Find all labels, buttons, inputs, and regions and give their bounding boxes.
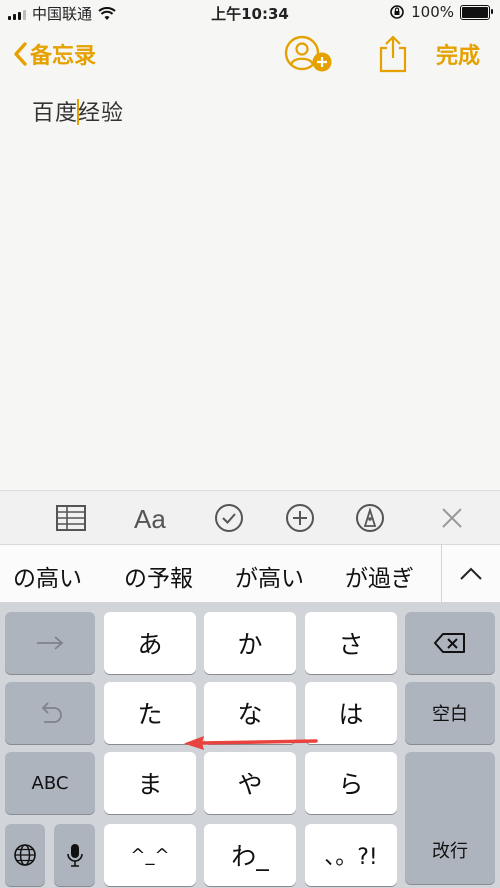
markup-pen-icon (356, 504, 384, 532)
close-icon (442, 508, 462, 528)
key-sa[interactable]: さ (305, 612, 397, 674)
key-ma[interactable]: ま (104, 752, 196, 814)
insert-button[interactable] (283, 501, 317, 535)
note-text-before-cursor: 百度 (32, 101, 79, 126)
svg-text:Aa: Aa (134, 504, 166, 533)
candidate-bar: の高い の予報 が高い が過ぎ (0, 544, 500, 604)
checklist-icon (215, 504, 243, 532)
globe-key[interactable] (5, 824, 45, 886)
text-style-icon: Aa (134, 504, 166, 533)
table-icon (56, 505, 86, 531)
chevron-up-icon (460, 567, 482, 580)
back-button[interactable]: 备忘录 (12, 38, 96, 70)
key-emoticon[interactable]: ^_^ (104, 824, 196, 886)
done-button[interactable]: 完成 (436, 38, 480, 70)
backspace-icon (434, 633, 465, 653)
plus-circle-icon (286, 504, 314, 532)
key-a[interactable]: あ (104, 612, 196, 674)
note-text-after-cursor: 经验 (78, 101, 125, 126)
candidate-4[interactable]: が過ぎ (345, 559, 414, 593)
battery-percent: 100% (411, 3, 454, 21)
enter-key[interactable]: 改行 (405, 752, 495, 884)
candidate-3[interactable]: が高い (235, 559, 304, 593)
key-ya[interactable]: や (204, 752, 296, 814)
globe-icon (14, 844, 36, 866)
microphone-icon (66, 844, 83, 867)
checklist-button[interactable] (212, 501, 246, 535)
key-ra[interactable]: ら (305, 752, 397, 814)
delete-key[interactable] (405, 612, 495, 674)
rotation-lock-icon (390, 5, 404, 19)
table-button[interactable] (54, 501, 88, 535)
status-right: 100% (389, 3, 493, 21)
candidate-2[interactable]: の予報 (124, 559, 193, 593)
chevron-left-icon (14, 42, 27, 66)
dictation-key[interactable] (54, 824, 95, 886)
next-key[interactable] (5, 612, 95, 674)
format-toolbar: Aa (0, 490, 500, 545)
candidate-1[interactable]: の高い (13, 559, 82, 593)
markup-button[interactable] (353, 501, 387, 535)
undo-key[interactable] (5, 682, 95, 744)
text-style-button[interactable]: Aa (132, 501, 174, 535)
arrow-right-icon (37, 636, 64, 650)
nav-bar: 备忘录 完成 (0, 30, 500, 78)
status-bar: 中国联通 上午10:34 100% (0, 0, 500, 26)
close-toolbar-button[interactable] (437, 501, 467, 535)
abc-key[interactable]: ABC (5, 752, 95, 814)
back-label: 备忘录 (30, 44, 97, 69)
space-key[interactable]: 空白 (405, 682, 495, 744)
undo-icon (41, 702, 62, 723)
expand-candidates-button[interactable] (441, 545, 500, 603)
annotation-arrow-icon (184, 736, 318, 750)
key-ka[interactable]: か (204, 612, 296, 674)
share-icon[interactable] (377, 34, 409, 74)
note-body[interactable]: 百度经验 (32, 95, 124, 127)
add-person-icon[interactable] (284, 34, 334, 74)
battery-icon (460, 4, 493, 20)
key-punctuation[interactable]: 、。?! (305, 824, 397, 886)
key-wa[interactable]: わ_ (204, 824, 296, 886)
